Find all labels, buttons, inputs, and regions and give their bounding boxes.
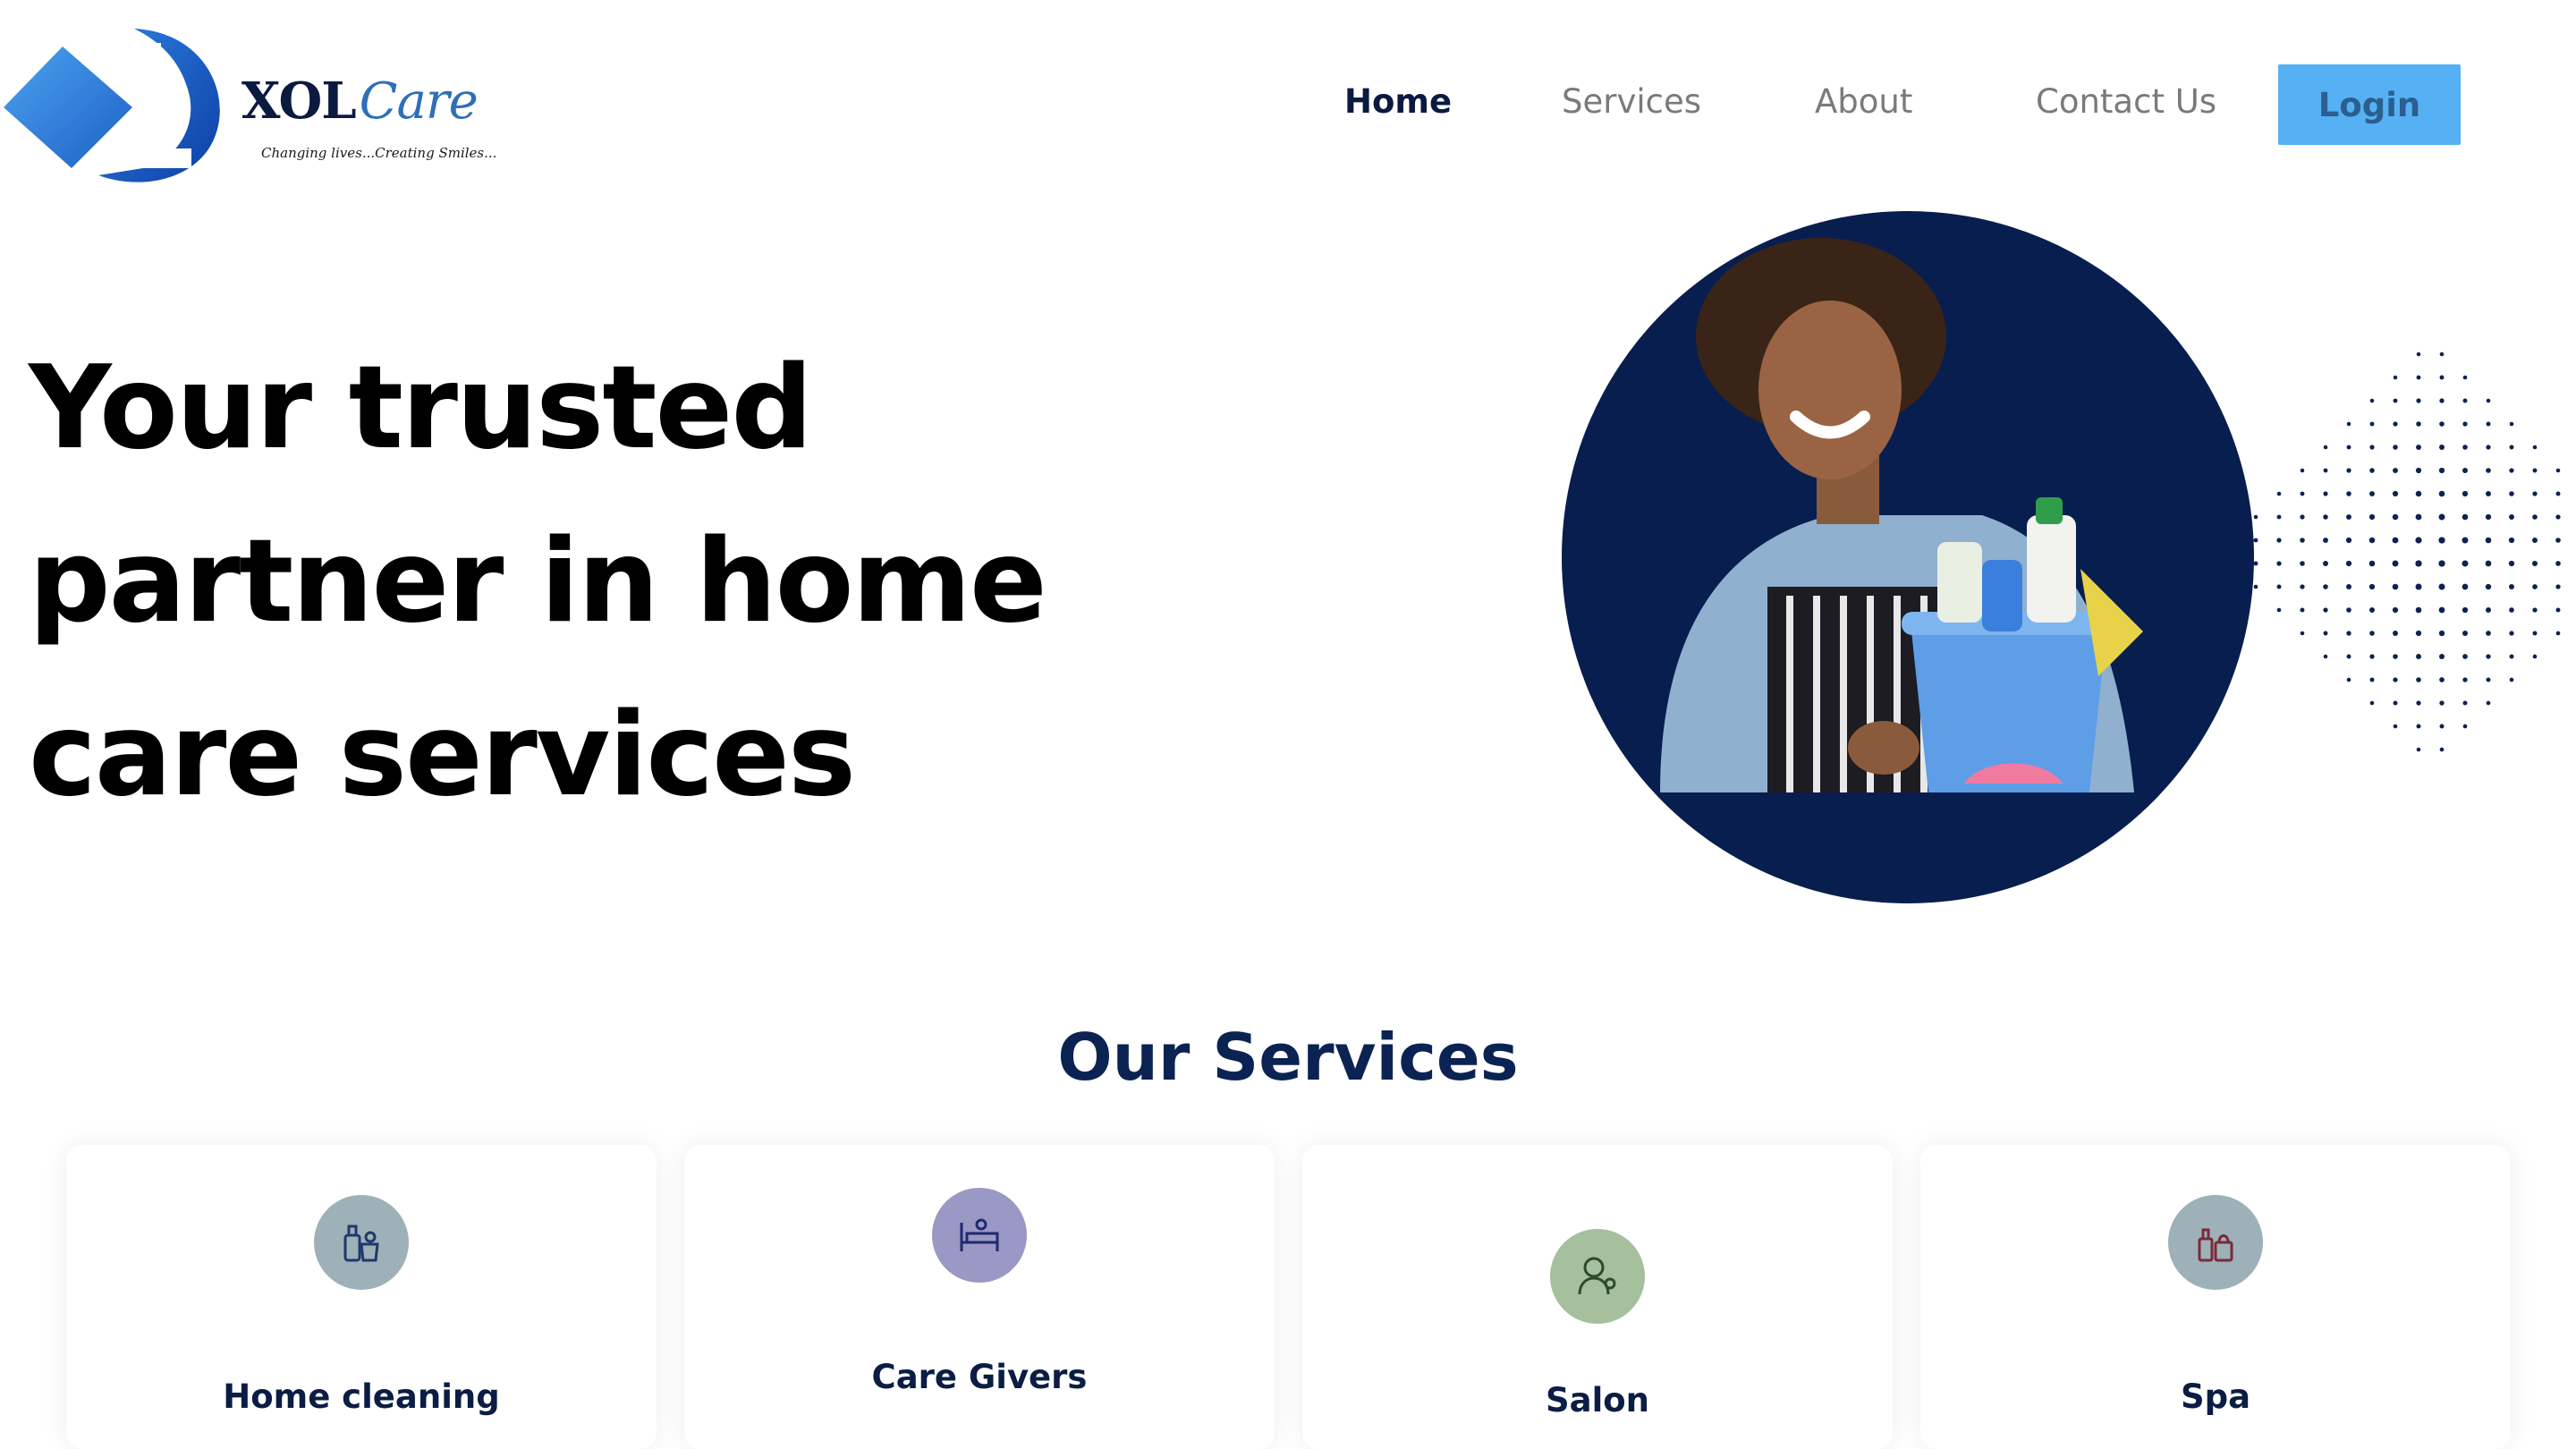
nav-contact-us[interactable]: Contact Us — [2036, 82, 2216, 121]
service-card-salon[interactable]: Salon — [1302, 1145, 1893, 1449]
brand-main: XOL — [242, 72, 357, 131]
hero-title-line-1: Your trusted — [29, 342, 813, 475]
service-card-home-cleaning[interactable]: Home cleaning — [66, 1145, 657, 1449]
dot-pattern-decoration — [2253, 352, 2561, 752]
hero-image — [1562, 211, 2254, 903]
logo-mark-icon — [4, 29, 220, 182]
hairdresser-icon — [1550, 1229, 1645, 1324]
service-title: Salon — [1545, 1381, 1650, 1419]
nav-home[interactable]: Home — [1344, 82, 1452, 121]
spa-products-icon — [2168, 1195, 2263, 1290]
nav-services[interactable]: Services — [1562, 82, 1701, 121]
brand-tagline: Changing lives...Creating Smiles... — [261, 145, 497, 161]
brand-name: XOLCare — [242, 72, 479, 131]
service-title: Spa — [2180, 1377, 2251, 1416]
cleaner-illustration — [1660, 238, 2143, 792]
hospital-bed-icon — [932, 1188, 1027, 1283]
service-title: Care Givers — [871, 1358, 1088, 1396]
section-title-services: Our Services — [1057, 1020, 1519, 1095]
cleaning-supplies-icon — [314, 1195, 409, 1290]
login-button[interactable]: Login — [2278, 64, 2461, 145]
service-title: Home cleaning — [223, 1377, 500, 1416]
service-card-care-givers[interactable]: Care Givers — [684, 1145, 1275, 1449]
hero-title-line-3: care services — [29, 689, 856, 822]
hero-title: Your trusted partner in home care servic… — [29, 322, 1102, 843]
brand-accent: Care — [359, 72, 479, 131]
logo[interactable]: XOLCare Changing lives...Creating Smiles… — [0, 25, 496, 186]
hero-title-line-2: partner in home — [29, 515, 1047, 648]
service-card-spa[interactable]: Spa — [1920, 1145, 2511, 1449]
nav-about[interactable]: About — [1815, 82, 1912, 121]
